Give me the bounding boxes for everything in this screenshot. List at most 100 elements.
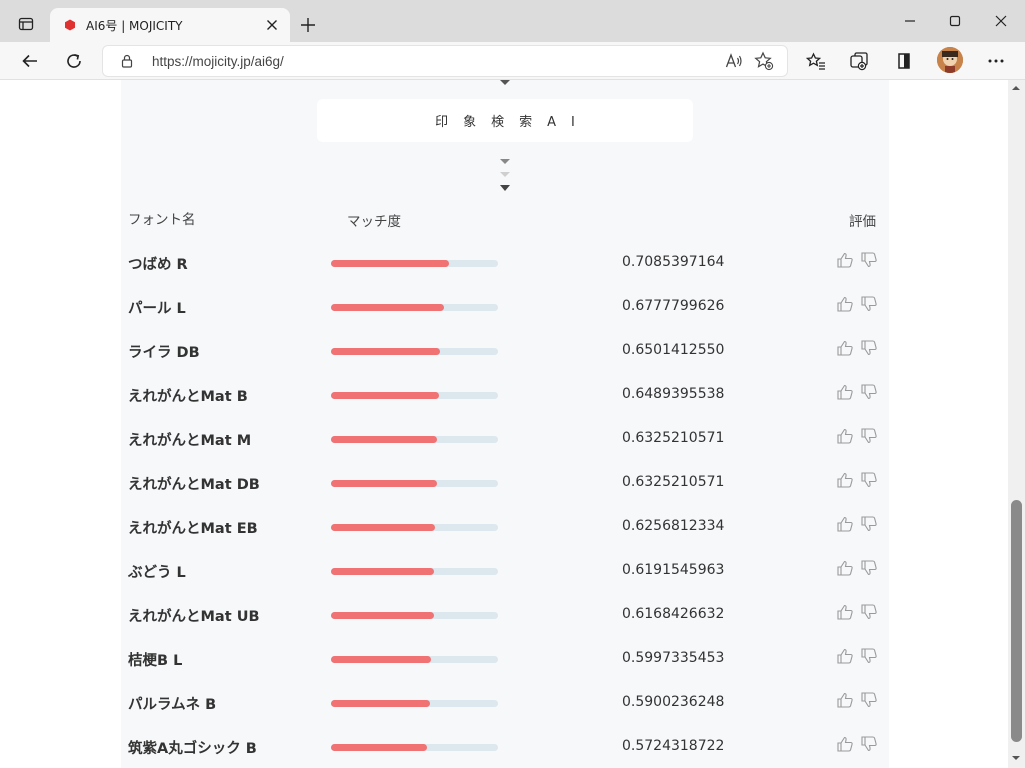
page-scrollbar[interactable] — [1008, 80, 1025, 768]
thumbs-down-icon[interactable] — [860, 383, 878, 401]
font-name[interactable]: 筑紫A丸ゴシック B — [128, 737, 257, 758]
thumbs-up-icon[interactable] — [836, 295, 854, 313]
match-score: 0.6325210571 — [622, 430, 725, 446]
tab-actions-button[interactable] — [10, 10, 42, 38]
thumbs-up-icon[interactable] — [836, 603, 854, 621]
match-score: 0.6325210571 — [622, 474, 725, 490]
minimize-icon — [905, 20, 915, 22]
match-bar — [331, 568, 498, 575]
arrow-down-icon — [500, 185, 510, 191]
font-name[interactable]: 桔梗B L — [128, 649, 182, 670]
thumbs-up-icon[interactable] — [836, 471, 854, 489]
thumbs-up-icon[interactable] — [836, 647, 854, 665]
thumbs-down-icon[interactable] — [860, 251, 878, 269]
match-score: 0.6256812334 — [622, 518, 725, 534]
font-name[interactable]: パール L — [128, 297, 186, 318]
match-bar — [331, 700, 498, 707]
result-row: 筑紫A丸ゴシック B 0.5724318722 — [121, 734, 889, 768]
browser-toolbar: https://mojicity.jp/ai6g/ — [0, 42, 1025, 80]
thumbs-up-icon[interactable] — [836, 427, 854, 445]
thumbs-down-icon[interactable] — [860, 691, 878, 709]
header-rating: 評価 — [849, 214, 876, 230]
match-score: 0.5997335453 — [622, 650, 725, 666]
collections-button[interactable] — [843, 45, 875, 77]
maximize-button[interactable] — [935, 6, 975, 36]
thumbs-up-icon[interactable] — [836, 339, 854, 357]
thumbs-down-icon[interactable] — [860, 339, 878, 357]
font-name[interactable]: パルラムネ B — [128, 693, 216, 714]
match-score: 0.5724318722 — [622, 738, 725, 754]
plus-icon — [301, 18, 315, 32]
close-icon — [267, 20, 277, 30]
match-bar-fill — [331, 656, 431, 663]
arrow-down-icon — [500, 159, 510, 164]
results-panel: 印象検索AI フォント名 マッチ度 評価 つばめ R 0.7085397164 パー… — [121, 80, 889, 768]
match-bar-fill — [331, 436, 437, 443]
impression-search-ai-button[interactable]: 印象検索AI — [317, 99, 693, 142]
thumbs-up-icon[interactable] — [836, 691, 854, 709]
font-name[interactable]: ぶどう L — [128, 561, 186, 582]
thumbs-down-icon[interactable] — [860, 647, 878, 665]
result-row: パルラムネ B 0.5900236248 — [121, 690, 889, 734]
add-favorite-icon[interactable] — [749, 46, 779, 76]
thumbs-up-icon[interactable] — [836, 559, 854, 577]
result-row: えれがんとMat M 0.6325210571 — [121, 426, 889, 470]
collections-icon — [850, 52, 868, 71]
thumbs-down-icon[interactable] — [860, 515, 878, 533]
scroll-up-arrow-icon[interactable] — [1012, 86, 1020, 90]
back-button[interactable] — [14, 45, 46, 77]
match-bar-fill — [331, 260, 449, 267]
match-bar — [331, 260, 498, 267]
match-score: 0.6191545963 — [622, 562, 725, 578]
match-bar — [331, 436, 498, 443]
arrow-down-icon — [500, 172, 510, 177]
result-row: 桔梗B L 0.5997335453 — [121, 646, 889, 690]
url-text[interactable]: https://mojicity.jp/ai6g/ — [152, 54, 719, 69]
font-name[interactable]: えれがんとMat B — [128, 385, 248, 406]
match-score: 0.6501412550 — [622, 342, 725, 358]
tab-close-button[interactable] — [260, 13, 284, 37]
match-bar — [331, 744, 498, 751]
thumbs-down-icon[interactable] — [860, 295, 878, 313]
thumbs-up-icon[interactable] — [836, 735, 854, 753]
browser-essentials-button[interactable] — [888, 45, 920, 77]
match-bar-fill — [331, 700, 430, 707]
font-name[interactable]: えれがんとMat UB — [128, 605, 260, 626]
new-tab-button[interactable] — [294, 12, 322, 38]
match-score: 0.6777799626 — [622, 298, 725, 314]
font-name[interactable]: えれがんとMat DB — [128, 473, 260, 494]
scroll-down-arrow-icon[interactable] — [1012, 756, 1020, 760]
arrow-down-icon — [500, 80, 510, 85]
font-name[interactable]: つばめ R — [128, 253, 188, 274]
browser-tab[interactable]: AI6号 | MOJICITY — [50, 8, 290, 42]
refresh-button[interactable] — [58, 45, 90, 77]
header-match: マッチ度 — [347, 214, 401, 230]
thumbs-down-icon[interactable] — [860, 559, 878, 577]
favorites-button[interactable] — [800, 45, 832, 77]
match-bar-fill — [331, 568, 434, 575]
thumbs-up-icon[interactable] — [836, 251, 854, 269]
font-name[interactable]: ライラ DB — [128, 341, 200, 362]
thumbs-down-icon[interactable] — [860, 603, 878, 621]
mojicity-favicon-icon — [62, 17, 78, 33]
thumbs-down-icon[interactable] — [860, 427, 878, 445]
font-name[interactable]: えれがんとMat M — [128, 429, 251, 450]
result-row: えれがんとMat UB 0.6168426632 — [121, 602, 889, 646]
refresh-icon — [67, 54, 81, 68]
profile-avatar[interactable] — [937, 47, 963, 73]
arrow-left-icon — [22, 54, 37, 68]
thumbs-down-icon[interactable] — [860, 735, 878, 753]
settings-menu-button[interactable] — [980, 45, 1012, 77]
address-bar[interactable]: https://mojicity.jp/ai6g/ — [102, 45, 788, 77]
scrollbar-thumb[interactable] — [1011, 500, 1022, 742]
title-bar: AI6号 | MOJICITY — [0, 0, 1025, 42]
minimize-button[interactable] — [890, 6, 930, 36]
close-window-button[interactable] — [981, 6, 1021, 36]
thumbs-up-icon[interactable] — [836, 515, 854, 533]
thumbs-down-icon[interactable] — [860, 471, 878, 489]
match-score: 0.6168426632 — [622, 606, 725, 622]
close-icon — [995, 15, 1007, 27]
font-name[interactable]: えれがんとMat EB — [128, 517, 258, 538]
thumbs-up-icon[interactable] — [836, 383, 854, 401]
read-aloud-icon[interactable] — [719, 46, 749, 76]
